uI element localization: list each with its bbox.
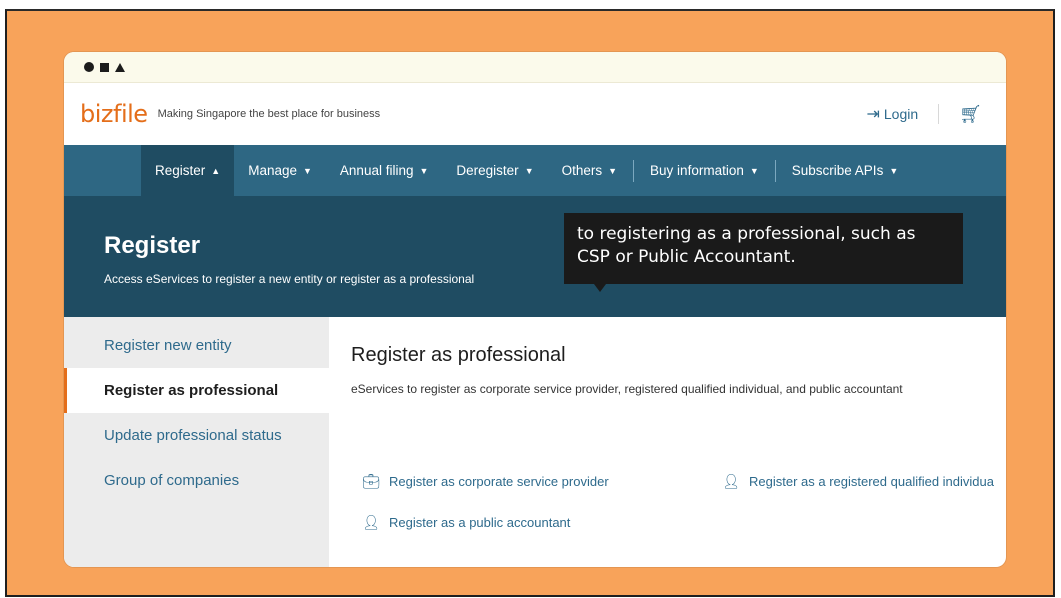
nav-label: Subscribe APIs (791, 163, 884, 178)
nav-register[interactable]: Register ▲ (141, 145, 235, 196)
nav-label: Manage (248, 163, 297, 178)
browser-window: bizfile Making Singapore the best place … (64, 52, 1006, 567)
link-register-csp[interactable]: 💼︎ Register as corporate service provide… (361, 473, 609, 490)
video-caption: to registering as a professional, such a… (564, 213, 963, 284)
page-body: Register new entity Register as professi… (64, 317, 1006, 567)
triangle-icon (115, 62, 125, 72)
link-register-public-accountant[interactable]: 👤︎ Register as a public accountant (361, 514, 570, 531)
sidebar-item-register-new-entity[interactable]: Register new entity (64, 323, 329, 368)
window-titlebar (64, 52, 1006, 83)
header-divider (938, 104, 940, 124)
nav-divider (774, 159, 776, 182)
nav-annual-filing[interactable]: Annual filing ▼ (326, 145, 442, 196)
bizfile-logo[interactable]: bizfile (80, 100, 148, 128)
briefcase-icon: 💼︎ (362, 473, 380, 489)
sidebar-item-group-of-companies[interactable]: Group of companies (64, 458, 329, 503)
nav-deregister[interactable]: Deregister ▼ (442, 145, 547, 196)
nav-label: Deregister (456, 163, 519, 178)
link-label: Register as corporate service provider (389, 474, 609, 489)
nav-label: Register (155, 163, 206, 178)
nav-label: Buy information (650, 163, 744, 178)
login-icon: ⇥ (866, 106, 880, 123)
section-title: Register as professional (351, 344, 566, 366)
nav-others[interactable]: Others ▼ (548, 145, 631, 196)
page-subtitle: Access eServices to register a new entit… (104, 272, 475, 286)
hero-banner: Register Access eServices to register a … (64, 196, 1006, 317)
login-label: Login (883, 106, 919, 122)
sidebar-item-update-professional-status[interactable]: Update professional status (64, 413, 329, 458)
main-nav: Register ▲ Manage ▼ Annual filing ▼ Dere… (64, 145, 1006, 196)
caret-down-icon: ▼ (524, 165, 534, 176)
square-icon (100, 62, 109, 72)
person-add-icon: 👤︎ (362, 514, 380, 530)
circle-icon (84, 62, 94, 72)
caret-down-icon: ▼ (608, 165, 618, 176)
nav-label: Others (561, 163, 603, 178)
caption-pointer (594, 284, 606, 292)
sidebar-item-register-as-professional[interactable]: Register as professional (64, 368, 329, 413)
sidebar: Register new entity Register as professi… (64, 317, 329, 567)
cart-icon[interactable]: 🛒︎ (959, 104, 982, 125)
link-label: Register as a registered qualified indiv… (749, 474, 994, 489)
caret-down-icon: ▼ (889, 165, 899, 176)
nav-label: Annual filing (339, 163, 414, 178)
caret-down-icon: ▼ (419, 165, 429, 176)
tagline: Making Singapore the best place for busi… (157, 108, 381, 120)
login-button[interactable]: ⇥ Login (866, 104, 918, 124)
caret-down-icon: ▼ (303, 165, 312, 176)
main-content: Register as professional eServices to re… (329, 317, 1006, 567)
link-label: Register as a public accountant (389, 515, 571, 530)
header-actions: ⇥ Login 🛒︎ (866, 104, 982, 125)
caret-up-icon: ▲ (211, 165, 221, 176)
section-description: eServices to register as corporate servi… (351, 382, 903, 396)
nav-buy-information[interactable]: Buy information ▼ (636, 145, 773, 196)
link-register-rqi[interactable]: 👤︎ Register as a registered qualified in… (721, 473, 994, 490)
nav-manage[interactable]: Manage ▼ (234, 145, 326, 196)
site-header: bizfile Making Singapore the best place … (64, 83, 1006, 145)
page-title: Register (104, 232, 201, 259)
nav-divider (633, 159, 635, 182)
person-add-icon: 👤︎ (722, 473, 740, 489)
caret-down-icon: ▼ (749, 165, 759, 176)
nav-subscribe-apis[interactable]: Subscribe APIs ▼ (778, 145, 912, 196)
